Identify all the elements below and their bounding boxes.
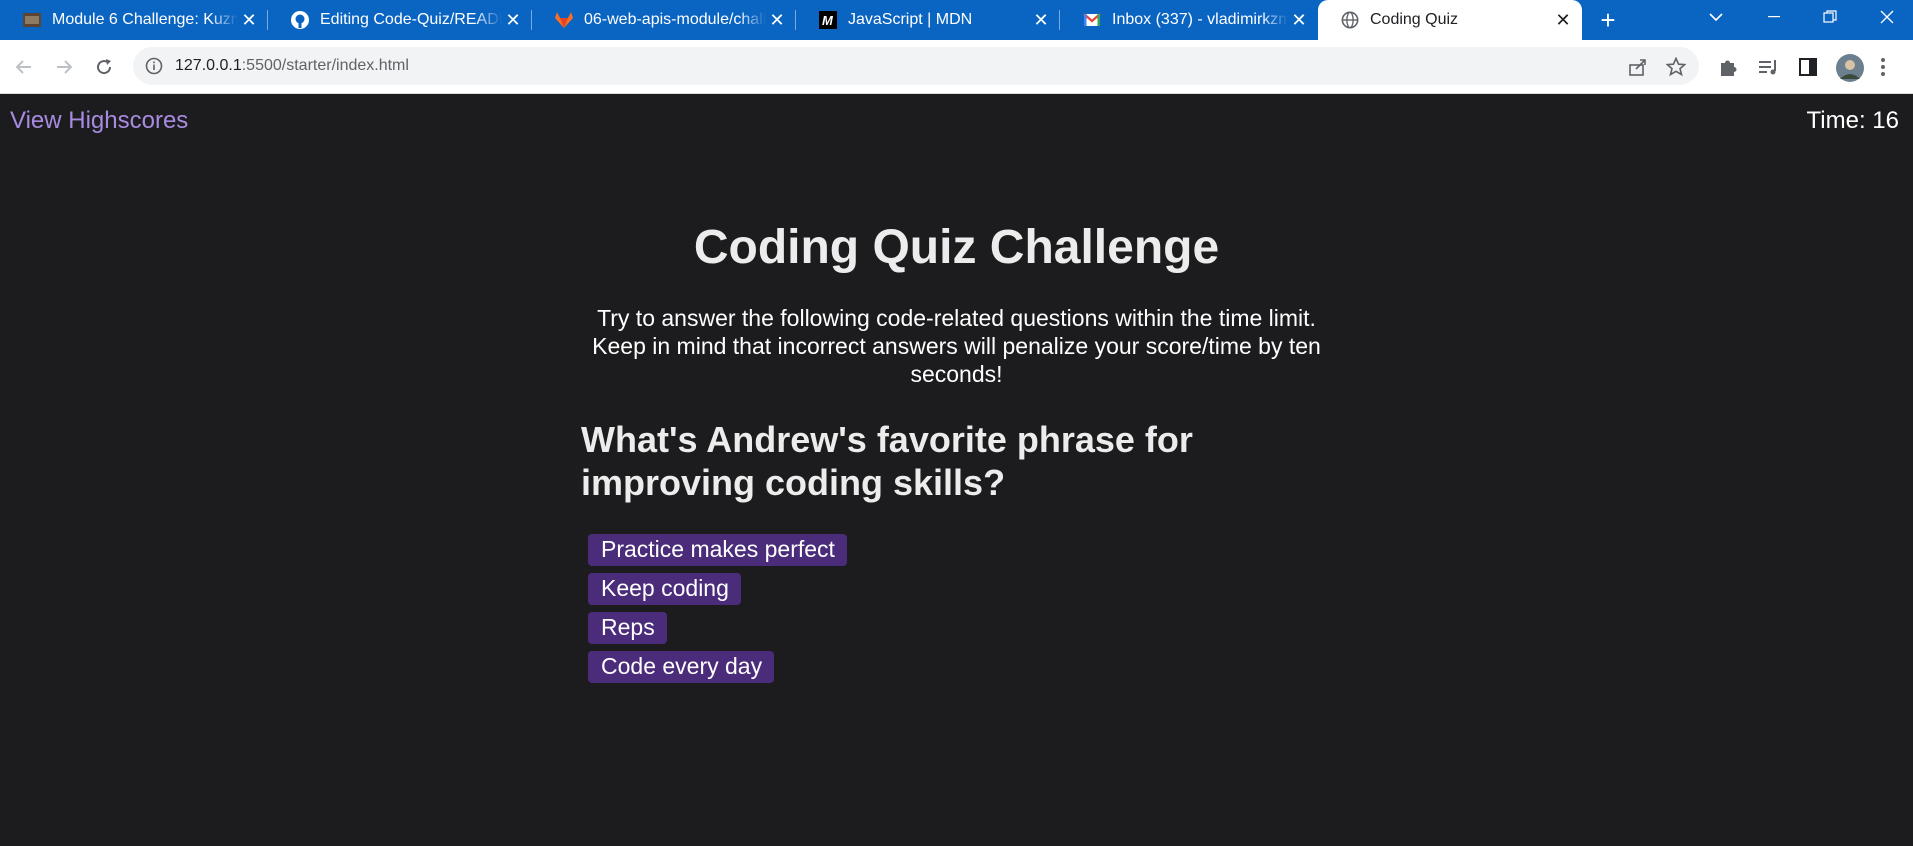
tab-title: 06-web-apis-module/challenge: [584, 11, 766, 28]
page-title: Coding Quiz Challenge: [693, 221, 1220, 274]
close-icon[interactable]: ✕: [502, 9, 524, 31]
tab-search-chevron-icon[interactable]: [1692, 0, 1740, 34]
forward-arrow-icon[interactable]: [50, 53, 78, 81]
gitlab-icon: [554, 10, 574, 30]
tab-title: JavaScript | MDN: [848, 11, 973, 28]
reload-icon[interactable]: [90, 53, 118, 81]
minimize-icon[interactable]: [1750, 0, 1798, 34]
tab-gmail-inbox[interactable]: Inbox (337) - vladimirkzmn ✕: [1060, 0, 1318, 40]
url-text[interactable]: 127.0.0.1:5500/starter/index.html: [175, 57, 409, 75]
tab-title: Editing Code-Quiz/README.md: [320, 11, 502, 28]
view-highscores-link[interactable]: View Highscores: [10, 107, 188, 135]
tab-javascript-mdn[interactable]: M JavaScript | MDN ✕: [796, 0, 1060, 40]
question-text: What's Andrew's favorite phrase for impr…: [581, 419, 1193, 503]
window-close-icon[interactable]: [1863, 0, 1911, 34]
close-icon[interactable]: ✕: [238, 9, 260, 31]
tab-title: Inbox (337) - vladimirkzmn: [1112, 11, 1288, 28]
restore-icon[interactable]: [1806, 0, 1854, 34]
url-path: :5500/starter/index.html: [241, 57, 409, 74]
tab-title: Coding Quiz: [1370, 11, 1459, 28]
media-queue-icon[interactable]: [1757, 56, 1781, 80]
tab-editing-readme[interactable]: Editing Code-Quiz/README.md ✕: [268, 0, 532, 40]
tab-title: Module 6 Challenge: Kuzmin: [52, 11, 238, 28]
side-panel-icon[interactable]: [1797, 56, 1821, 80]
svg-text:M: M: [822, 13, 834, 28]
quiz-page: View Highscores Time: 16 Coding Quiz Cha…: [0, 94, 1913, 846]
tab-coding-quiz[interactable]: Coding Quiz ✕: [1318, 0, 1582, 40]
share-icon[interactable]: [1628, 57, 1648, 77]
browser-tabstrip: Module 6 Challenge: Kuzmin ✕ Editing Cod…: [0, 0, 1913, 40]
close-icon[interactable]: ✕: [1030, 9, 1052, 31]
gmail-icon: [1082, 10, 1102, 30]
tab-module-6-challenge[interactable]: Module 6 Challenge: Kuzmin ✕: [0, 0, 268, 40]
answer-choice-button[interactable]: Keep coding: [588, 573, 741, 605]
close-icon[interactable]: ✕: [1552, 9, 1574, 31]
answer-choice-button[interactable]: Reps: [588, 612, 667, 644]
profile-avatar-icon[interactable]: [1835, 53, 1865, 83]
back-arrow-icon[interactable]: [10, 53, 38, 81]
menu-kebab-icon[interactable]: [1880, 56, 1904, 80]
mdn-icon: M: [818, 10, 838, 30]
bookmark-star-icon[interactable]: [1665, 56, 1687, 77]
module-icon: [22, 10, 42, 30]
answer-choice-button[interactable]: Practice makes perfect: [588, 534, 847, 566]
timer-display: Time: 16: [1806, 107, 1899, 134]
browser-toolbar: 127.0.0.1:5500/starter/index.html: [0, 40, 1913, 94]
close-icon[interactable]: ✕: [766, 9, 788, 31]
address-bar[interactable]: 127.0.0.1:5500/starter/index.html: [133, 47, 1699, 85]
globe-icon: [1340, 10, 1360, 30]
quiz-intro-text: Try to answer the following code-related…: [592, 305, 1321, 387]
extensions-puzzle-icon[interactable]: [1717, 56, 1741, 80]
new-tab-button[interactable]: +: [1594, 5, 1622, 35]
answer-choice-button[interactable]: Code every day: [588, 651, 775, 683]
close-icon[interactable]: ✕: [1288, 9, 1310, 31]
github-icon: [290, 10, 310, 30]
url-host: 127.0.0.1: [175, 57, 242, 74]
tab-web-apis-module[interactable]: 06-web-apis-module/challenge ✕: [532, 0, 796, 40]
answer-choices: Practice makes perfect Keep coding Reps …: [588, 534, 847, 690]
site-info-icon[interactable]: [145, 57, 163, 75]
